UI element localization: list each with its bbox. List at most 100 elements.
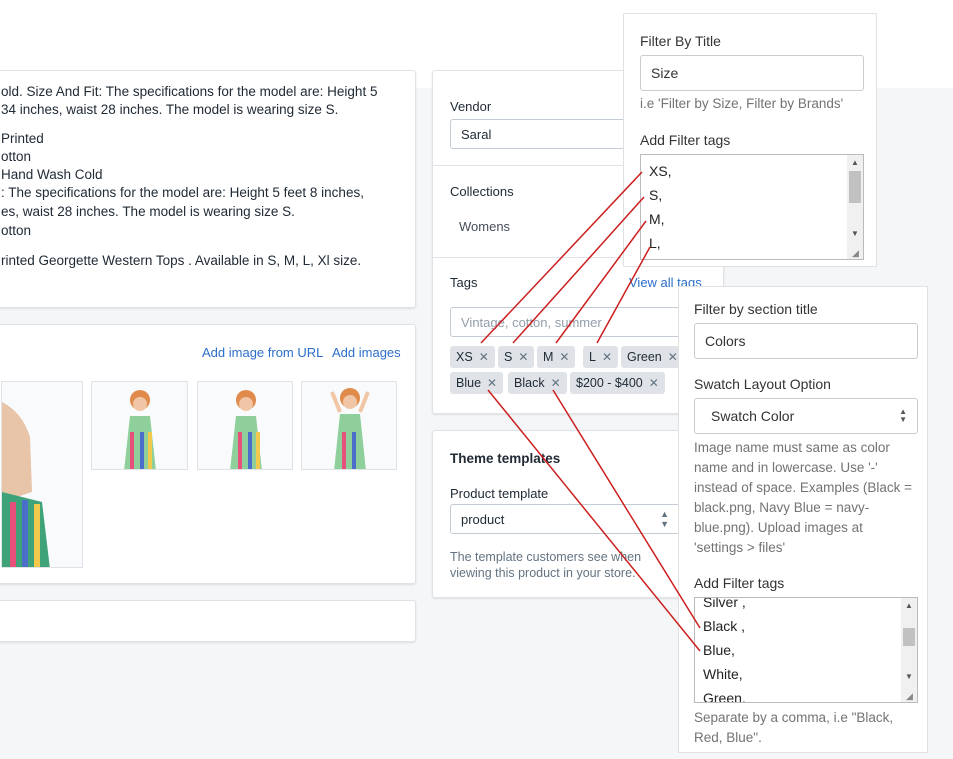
filter-by-title-value: Size (651, 65, 679, 81)
swatch-help-line: black.png, Navy Blue = navy- (694, 500, 870, 515)
description-line: otton (1, 223, 32, 238)
size-tags-textarea[interactable]: XS, S, M, L, ▲ ▼ ◢ (640, 154, 864, 260)
description-line: Hand Wash Cold (1, 167, 103, 182)
separator-help-line: Separate by a comma, i.e "Black, (694, 710, 894, 725)
tag-chip: $200 - $400 ✕ (570, 372, 665, 394)
swatch-layout-label: Swatch Layout Option (694, 376, 831, 392)
textarea-line: Green, (703, 690, 746, 703)
description-line: otton (1, 149, 32, 164)
remove-tag-icon[interactable]: ✕ (668, 350, 678, 364)
swatch-help-line: name and in lowercase. Use '-' (694, 460, 878, 475)
color-filter-panel: Filter by section title Colors Swatch La… (678, 286, 928, 753)
remove-tag-icon[interactable]: ✕ (649, 376, 659, 390)
vendor-value: Saral (461, 126, 492, 142)
description-line: es, waist 28 inches. The model is wearin… (1, 204, 295, 219)
filter-section-title-input[interactable]: Colors (694, 323, 918, 359)
template-help-line: viewing this product in your store. (450, 566, 636, 580)
remove-tag-icon[interactable]: ✕ (487, 376, 497, 390)
tag-chip: L ✕ (583, 346, 619, 368)
product-template-value: product (461, 511, 505, 527)
vendor-label: Vendor (450, 99, 492, 114)
tag-label: L (589, 350, 596, 364)
tag-label: S (504, 350, 513, 364)
tag-label: Green (627, 350, 662, 364)
textarea-line: S, (649, 187, 663, 203)
filter-by-title-help: i.e 'Filter by Size, Filter by Brands' (640, 96, 844, 111)
tag-chip: XS ✕ (450, 346, 495, 368)
tag-chip: S ✕ (498, 346, 535, 368)
scroll-down-icon[interactable]: ▼ (847, 227, 863, 241)
tag-chip: Black ✕ (508, 372, 567, 394)
tag-label: Blue (456, 376, 482, 390)
tags-placeholder: Vintage, cotton, summer (461, 314, 602, 330)
textarea-scrollbar[interactable]: ▲ ▼ (901, 598, 917, 702)
tag-chip: Blue ✕ (450, 372, 504, 394)
filter-by-title-label: Filter By Title (640, 33, 721, 49)
filter-section-title-label: Filter by section title (694, 301, 818, 317)
description-card: old. Size And Fit: The specifications fo… (0, 70, 416, 308)
swatch-help-line: instead of space. Examples (Black = (694, 480, 912, 495)
scroll-up-icon[interactable]: ▲ (847, 156, 863, 170)
tag-chip: M ✕ (537, 346, 576, 368)
collections-label: Collections (450, 184, 514, 199)
model-photo-icon (330, 388, 370, 469)
media-card: Add image from URL Add images (0, 324, 416, 584)
tags-label: Tags (450, 275, 478, 290)
size-filter-panel: Filter By Title Size i.e 'Filter by Size… (623, 13, 877, 267)
swatch-layout-value: Swatch Color (711, 408, 795, 424)
scroll-thumb[interactable] (849, 171, 861, 203)
description-line: old. Size And Fit: The specifications fo… (1, 84, 378, 99)
textarea-line: L, (649, 235, 661, 251)
filter-by-title-input[interactable]: Size (640, 55, 864, 91)
add-image-from-url-link[interactable]: Add image from URL (202, 345, 323, 360)
description-line: 34 inches, waist 28 inches. The model is… (1, 102, 339, 117)
scroll-down-icon[interactable]: ▼ (901, 670, 917, 684)
add-images-link[interactable]: Add images (332, 345, 401, 360)
filter-section-title-value: Colors (705, 333, 746, 349)
product-image-thumb[interactable] (301, 381, 397, 470)
add-filter-tags-label: Add Filter tags (694, 575, 785, 591)
product-image-thumb[interactable] (197, 381, 293, 470)
model-photo-icon (124, 390, 156, 469)
remove-tag-icon[interactable]: ✕ (602, 350, 612, 364)
description-line: : The specifications for the model are: … (1, 185, 364, 200)
textarea-line: White, (703, 666, 743, 682)
tag-chip: Green ✕ (621, 346, 684, 368)
textarea-line: M, (649, 211, 665, 227)
remove-tag-icon[interactable]: ✕ (479, 350, 489, 364)
tag-label: $200 - $400 (576, 376, 643, 390)
product-image-main[interactable] (1, 381, 83, 568)
textarea-line: Silver , (703, 597, 746, 610)
remove-tag-icon[interactable]: ✕ (551, 376, 561, 390)
description-line: rinted Georgette Western Tops . Availabl… (1, 253, 362, 268)
model-photo-icon (2, 402, 50, 567)
tag-label: M (543, 350, 554, 364)
textarea-scrollbar[interactable]: ▲ ▼ (847, 155, 863, 259)
description-line: Printed (1, 131, 44, 146)
resize-grip-icon[interactable]: ◢ (906, 691, 916, 701)
swatch-help-line: 'settings > files' (694, 540, 786, 555)
select-arrows-icon: ▲ ▼ (660, 509, 669, 529)
textarea-line: Blue, (703, 642, 735, 658)
scroll-up-icon[interactable]: ▲ (901, 599, 917, 613)
scroll-thumb[interactable] (903, 628, 915, 646)
theme-templates-title: Theme templates (450, 451, 561, 466)
textarea-line: XS, (649, 163, 672, 179)
template-help-line: The template customers see when (450, 550, 642, 564)
select-arrows-icon: ▲ ▼ (899, 407, 907, 424)
tags-input[interactable]: Vintage, cotton, summer (450, 307, 700, 337)
collection-item-womens[interactable]: Womens (459, 219, 510, 234)
remove-tag-icon[interactable]: ✕ (559, 350, 569, 364)
remove-tag-icon[interactable]: ✕ (518, 350, 528, 364)
swatch-layout-select[interactable]: Swatch Color ▲ ▼ (694, 398, 918, 434)
swatch-help-line: blue.png). Upload images at (694, 520, 863, 535)
product-template-label: Product template (450, 486, 549, 501)
resize-grip-icon[interactable]: ◢ (852, 248, 862, 258)
tag-label: XS (456, 350, 473, 364)
product-template-select[interactable]: product ▲ ▼ (450, 504, 680, 534)
color-tags-textarea[interactable]: Silver , Black , Blue, White, Green, ▲ ▼… (694, 597, 918, 703)
product-image-thumb[interactable] (91, 381, 188, 470)
next-card (0, 600, 416, 642)
model-photo-icon (230, 390, 262, 469)
textarea-line: Black , (703, 618, 746, 634)
